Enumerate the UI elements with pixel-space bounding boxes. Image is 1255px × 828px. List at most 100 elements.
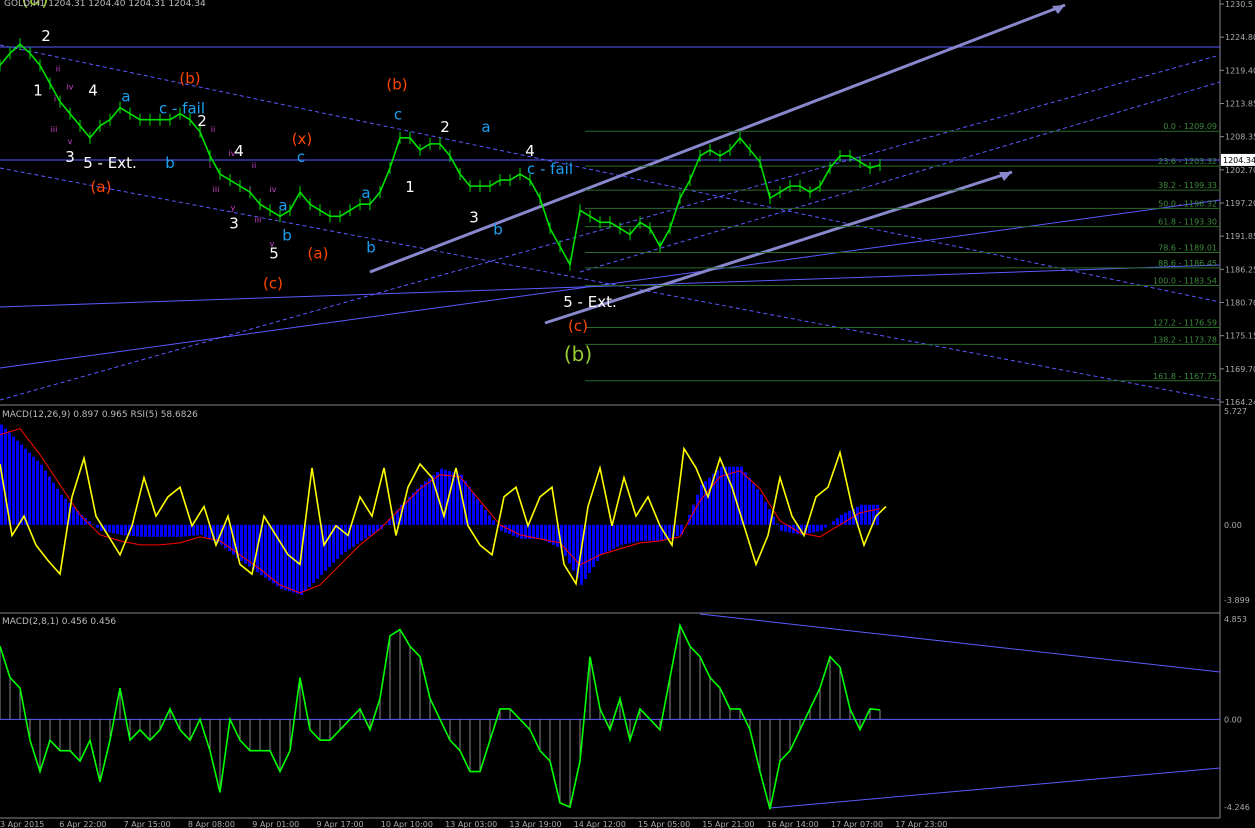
- minor-wave-label: i: [54, 95, 56, 104]
- y-tick-label: 0.00: [1224, 715, 1242, 724]
- macd-bar: [316, 524, 319, 579]
- macd-bar: [344, 524, 347, 553]
- fib-level-label: 38.2 - 1199.33: [1158, 181, 1217, 190]
- y-tick-label: 1197.20: [1225, 199, 1255, 208]
- macd-bar: [336, 524, 339, 559]
- wave-label: (b): [564, 342, 592, 366]
- macd-bar: [56, 488, 59, 525]
- macd-bar: [776, 523, 779, 525]
- wave-label: b: [282, 226, 292, 244]
- minor-wave-label: ii: [252, 161, 256, 170]
- macd-bar: [32, 456, 35, 525]
- wave-label: a: [278, 196, 287, 214]
- macd-bar: [540, 524, 543, 539]
- macd-bar: [372, 524, 375, 534]
- wave-label: (c): [568, 317, 588, 335]
- macd-bar: [152, 524, 155, 537]
- y-tick-label: 1180.70: [1225, 299, 1255, 308]
- macd-bar: [148, 524, 151, 537]
- fib-level-label: 50.0 - 1196.32: [1158, 199, 1217, 208]
- macd-bar: [312, 524, 315, 583]
- macd-bar: [736, 466, 739, 525]
- wave-label: (b): [179, 69, 200, 87]
- macd-bar: [264, 524, 267, 578]
- macd-bar: [476, 498, 479, 525]
- macd-bar: [492, 520, 495, 525]
- macd-bar: [604, 524, 607, 553]
- x-tick-label: 9 Apr 01:00: [252, 820, 299, 828]
- macd-bar: [276, 524, 279, 587]
- macd-bar: [268, 524, 271, 581]
- macd-bar: [592, 524, 595, 567]
- minor-wave-label: y: [231, 203, 236, 212]
- fib-level-label: 127.2 - 1176.59: [1153, 318, 1217, 327]
- x-tick-label: 13 Apr 19:00: [509, 820, 561, 828]
- y-tick-label: 1164.24: [1225, 398, 1255, 407]
- macd-bar: [480, 504, 483, 525]
- macd-bar: [608, 524, 611, 551]
- macd-bar: [644, 524, 647, 541]
- macd-bar: [120, 524, 123, 535]
- macd-bar: [144, 524, 147, 537]
- macd-bar: [52, 482, 55, 525]
- macd-bar: [72, 506, 75, 525]
- macd-bar: [544, 524, 547, 541]
- forex-chart: 0.0 - 1209.09 23.6 - 1203.32 38.2 - 1199.3…: [0, 0, 1255, 828]
- macd-bar: [428, 478, 431, 525]
- y-tick-label: 1224.80: [1225, 33, 1255, 42]
- macd-bar: [180, 524, 183, 537]
- macd-bar: [864, 504, 867, 525]
- macd-bar: [488, 515, 491, 525]
- macd-rsi-header: MACD(12,26,9) 0.897 0.965 RSI(5) 58.6826: [2, 410, 198, 420]
- macd-bar: [760, 494, 763, 525]
- macd-bar: [600, 524, 603, 555]
- macd-bar: [368, 524, 371, 537]
- macd-bar: [416, 488, 419, 525]
- macd-bar: [196, 524, 199, 536]
- wave-label: 2: [440, 118, 450, 136]
- y-tick-label: 1191.85: [1225, 232, 1255, 241]
- minor-wave-label: ii: [211, 125, 215, 134]
- macd-bar: [572, 524, 575, 571]
- fib-level-label: 100.0 - 1183.54: [1153, 276, 1217, 285]
- macd-bar: [412, 492, 415, 525]
- macd-bar: [360, 524, 363, 541]
- wave-label: 5 - Ext.: [83, 154, 137, 172]
- macd-bar: [744, 472, 747, 525]
- macd-bar: [156, 524, 159, 537]
- y-tick-label: 5.727: [1224, 407, 1247, 416]
- wave-label: 4: [88, 82, 98, 100]
- macd-bar: [140, 524, 143, 537]
- fib-level-label: 138.2 - 1173.78: [1153, 335, 1217, 344]
- x-tick-label: 17 Apr 23:00: [895, 820, 947, 828]
- y-tick-label: -4.246: [1224, 803, 1250, 812]
- minor-wave-label: iii: [255, 215, 262, 224]
- wave-label: b: [366, 239, 376, 257]
- macd-bar: [40, 464, 43, 525]
- macd-bar: [612, 524, 615, 549]
- macd-bar: [188, 524, 191, 537]
- macd-bar: [420, 484, 423, 525]
- minor-wave-label: ii: [56, 64, 60, 73]
- macd-bar: [752, 483, 755, 525]
- wave-label: 3: [229, 214, 239, 232]
- macd-bar: [116, 524, 119, 535]
- macd-bar: [624, 524, 627, 545]
- x-tick-label: 13 Apr 03:00: [445, 820, 497, 828]
- fib-level-label: 0.0 - 1209.09: [1163, 122, 1217, 131]
- wave-label: (a): [308, 245, 329, 263]
- y-tick-label: 1175.15: [1225, 332, 1255, 341]
- macd-bar: [636, 524, 639, 542]
- minor-wave-label: iii: [51, 125, 58, 134]
- macd-bar: [204, 524, 207, 537]
- minor-wave-label: v: [68, 137, 73, 146]
- macd-bar: [280, 524, 283, 589]
- minor-wave-label: iii: [213, 185, 220, 194]
- macd-bar: [588, 524, 591, 573]
- fib-level-label: 23.6 - 1203.32: [1158, 157, 1217, 166]
- macd-bar: [564, 524, 567, 557]
- macd-bar: [668, 524, 671, 539]
- macd-bar: [784, 524, 787, 532]
- y-tick-label: 0.00: [1224, 521, 1242, 530]
- macd-bar: [820, 524, 823, 531]
